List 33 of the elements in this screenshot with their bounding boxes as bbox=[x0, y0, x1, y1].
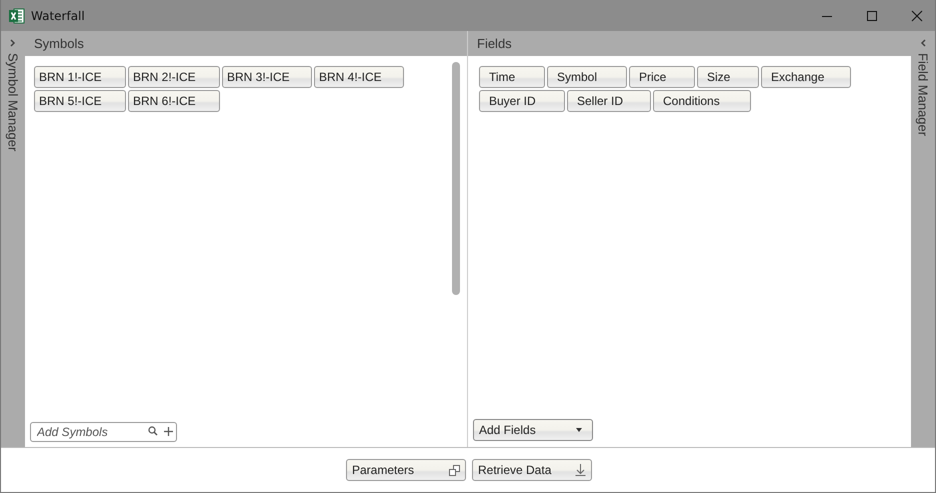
retrieve-data-button[interactable]: Retrieve Data bbox=[472, 459, 592, 481]
ticker-chip[interactable]: BRN 1!-ICE bbox=[34, 66, 126, 88]
close-icon[interactable] bbox=[911, 10, 923, 22]
field-chip[interactable]: Conditions bbox=[653, 90, 751, 112]
spreadsheet-app-icon bbox=[9, 8, 25, 24]
field-chip[interactable]: Price bbox=[629, 66, 695, 88]
field-chip[interactable]: Time bbox=[479, 66, 545, 88]
download-icon bbox=[575, 464, 586, 476]
field-chip[interactable]: Seller ID bbox=[567, 90, 651, 112]
ticker-chip[interactable]: BRN 4!-ICE bbox=[314, 66, 404, 88]
panel-title: Fields bbox=[477, 36, 512, 51]
chevron-right-icon[interactable] bbox=[10, 39, 16, 47]
field-chip[interactable]: Symbol bbox=[547, 66, 627, 88]
panel-title: Symbols bbox=[34, 36, 84, 51]
ticker-chip[interactable]: BRN 3!-ICE bbox=[222, 66, 312, 88]
add-fields-dropdown[interactable]: Add Fields bbox=[473, 419, 593, 441]
ticker-chip[interactable]: BRN 2!-ICE bbox=[128, 66, 220, 88]
popout-icon bbox=[449, 464, 460, 476]
field-chip[interactable]: Exchange bbox=[761, 66, 851, 88]
maximize-icon[interactable] bbox=[866, 10, 878, 22]
sidebar-label[interactable]: Symbol Manager bbox=[6, 53, 20, 152]
ticker-chip[interactable]: BRN 6!-ICE bbox=[128, 90, 220, 112]
field-chip[interactable]: Size bbox=[697, 66, 759, 88]
chevron-left-icon[interactable] bbox=[920, 39, 926, 47]
dropdown-arrow-icon bbox=[576, 428, 582, 432]
scrollbar[interactable] bbox=[452, 62, 460, 295]
field-chip[interactable]: Buyer ID bbox=[479, 90, 565, 112]
ticker-chip[interactable]: BRN 5!-ICE bbox=[34, 90, 126, 112]
add-icon[interactable] bbox=[164, 426, 173, 436]
parameters-button[interactable]: Parameters bbox=[346, 459, 466, 481]
sidebar-label[interactable]: Field Manager bbox=[916, 53, 930, 136]
window-title: Waterfall bbox=[31, 8, 85, 22]
search-icon[interactable] bbox=[148, 426, 158, 436]
